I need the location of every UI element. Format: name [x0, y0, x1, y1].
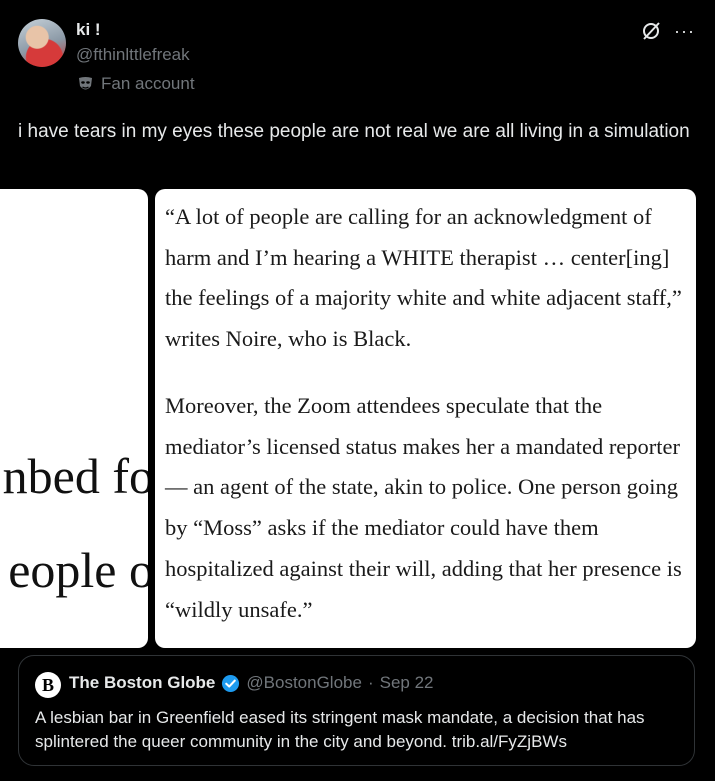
post-text: i have tears in my eyes these people are…: [18, 121, 690, 142]
user-handle[interactable]: @fthinlttlefreak: [76, 45, 190, 65]
post-actions: ···: [640, 20, 695, 42]
account-label-text: Fan account: [101, 74, 195, 93]
quoted-display-name: The Boston Globe: [69, 673, 216, 692]
quoted-post-text: A lesbian bar in Greenfield eased its st…: [35, 708, 645, 751]
display-name[interactable]: ki !: [76, 20, 101, 40]
article-paragraph-2: Moreover, the Zoom attendees speculate t…: [165, 393, 682, 622]
grok-icon[interactable]: [640, 20, 662, 42]
post-image-right[interactable]: “A lot of people are calling for an ackn…: [155, 189, 696, 648]
meta-separator: ·: [367, 673, 374, 692]
quoted-post[interactable]: B The Boston Globe @BostonGlobe · Sep 22…: [18, 655, 695, 766]
avatar[interactable]: [18, 19, 66, 67]
more-options-icon[interactable]: ···: [674, 22, 695, 40]
image-text-fragment: eople o: [8, 542, 148, 598]
mask-icon: [79, 76, 92, 89]
image-text-fragment: xtra rev: [0, 634, 148, 648]
account-label: Fan account: [78, 74, 195, 94]
quoted-handle: @BostonGlobe: [246, 673, 362, 692]
quoted-post-header: The Boston Globe @BostonGlobe · Sep 22: [69, 673, 434, 693]
boston-globe-logo: B: [35, 672, 61, 698]
article-paragraph-1: “A lot of people are calling for an ackn…: [165, 204, 682, 352]
quoted-date: Sep 22: [379, 673, 434, 692]
verified-badge-icon: [222, 674, 240, 692]
image-text-fragment: nbed fo: [2, 448, 148, 504]
post-image-left[interactable]: nbed fo eople o xtra rev: [0, 189, 148, 648]
